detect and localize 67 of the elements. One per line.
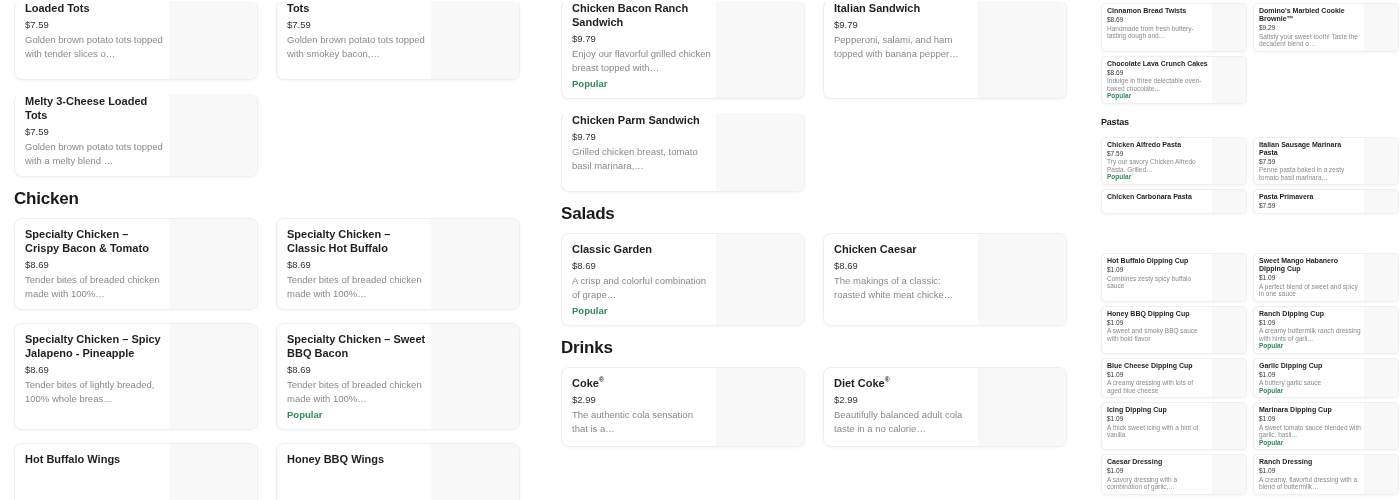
item-price: $8.69: [25, 363, 50, 376]
menu-item-card[interactable]: Loaded Tots $7.59 Golden brown potato tots topped with tender slices o…: [14, 0, 258, 80]
item-description: Tender bites of breaded chicken made with 100%…: [287, 378, 423, 406]
popular-label: Popular: [572, 77, 609, 90]
item-description: Golden brown potato tots topped with smokey bacon,…: [287, 33, 426, 61]
item-name: Chicken Bacon Ranch Sandwich: [572, 1, 690, 29]
menu-item-card[interactable]: Chicken Bacon Ranch Sandwich $9.79 Enjoy our flavorful grilled chicken breast topped with… Popular: [561, 0, 805, 99]
item-price: $8.69: [25, 258, 50, 271]
item-description: Beautifully balanced adult cola taste in a no calorie…: [834, 408, 964, 436]
item-name: Diet Coke$^{®}$: [834, 376, 891, 390]
item-name: Chicken Parm Sandwich: [572, 113, 701, 127]
item-description: Enjoy our flavorful grilled chicken breast topped with…: [572, 47, 711, 75]
item-price: $7.59: [287, 18, 312, 31]
item-description: Tender bites of breaded chicken made with 100%…: [25, 273, 161, 301]
menu-item-card[interactable]: Tots $7.59 Golden brown potato tots topped with smokey bacon,…: [276, 0, 520, 80]
item-name: Hot Buffalo Wings: [25, 452, 122, 466]
menu-item-card[interactable]: Diet Coke$^{®}$ $2.99 Beautifully balanced adult cola taste in a no calorie…: [823, 367, 1067, 447]
item-name: Tots: [287, 1, 311, 15]
item-price: $9.79: [572, 32, 597, 45]
menu-item-card[interactable]: Classic Garden $8.69 A crisp and colorful combination of grape… Popular: [561, 233, 805, 326]
item-price: $8.69: [287, 363, 312, 376]
item-name: Specialty Chicken – Classic Hot Buffalo: [287, 227, 392, 255]
item-description: Tender bites of lightly breaded, 100% whole breas…: [25, 378, 156, 406]
menu-item-card[interactable]: Chicken Caesar $8.69 The makings of a classic: roasted white meat chicke…: [823, 233, 1067, 326]
item-name: Honey BBQ Wings: [287, 452, 386, 466]
menu-item-card[interactable]: Specialty Chicken – Sweet BBQ Bacon $8.69 Tender bites of breaded chicken made with 100%… Popular: [276, 323, 520, 430]
item-name: Chicken Caesar: [834, 242, 918, 256]
item-price: $2.99: [834, 393, 859, 406]
section-heading: Pastas: [1101, 115, 1130, 129]
item-price: $2.99: [572, 393, 597, 406]
popular-label: Popular: [572, 304, 609, 317]
item-name: Specialty Chicken – Sweet BBQ Bacon: [287, 332, 426, 360]
item-description: The makings of a classic: roasted white meat chicke…: [834, 274, 955, 302]
item-name: Coke$^{®}$: [572, 376, 605, 390]
menu-item-card[interactable]: Specialty Chicken – Crispy Bacon & Tomato $8.69 Tender bites of breaded chicken made with 100%…: [14, 218, 258, 310]
popular-label: Popular: [287, 408, 324, 421]
item-name: Loaded Tots: [25, 1, 91, 15]
item-name: Italian Sandwich: [834, 1, 922, 15]
item-description: Golden brown potato tots topped with tender slices o…: [25, 33, 164, 61]
item-name: Specialty Chicken – Spicy Jalapeno - Pineapple: [25, 332, 162, 360]
item-description: The authentic cola sensation that is a…: [572, 408, 694, 436]
item-price: $7.59: [25, 125, 50, 138]
menu-item-card[interactable]: Chicken Parm Sandwich $9.79 Grilled chicken breast, tomato basil marinara,…: [561, 112, 805, 192]
menu-item-card[interactable]: Honey BBQ Wings: [276, 443, 520, 500]
item-description: Tender bites of breaded chicken made with 100%…: [287, 273, 423, 301]
item-description: Grilled chicken breast, tomato basil marinara,…: [572, 145, 699, 173]
menu-item-card[interactable]: Hot Buffalo Wings: [14, 443, 258, 500]
menu-item-card[interactable]: Italian Sandwich $9.79 Pepperoni, salami, and ham topped with banana pepper…: [823, 0, 1067, 99]
item-price: $9.79: [572, 130, 597, 143]
item-price: $8.69: [834, 259, 859, 272]
item-price: $9.79: [834, 18, 859, 31]
item-description: A crisp and colorful combination of grape…: [572, 274, 708, 302]
item-name: Melty 3-Cheese Loaded Tots: [25, 94, 149, 122]
menu-item-card[interactable]: Specialty Chicken – Classic Hot Buffalo $8.69 Tender bites of breaded chicken made with 100%…: [276, 218, 520, 310]
item-description: Pepperoni, salami, and ham topped with banana pepper…: [834, 33, 960, 61]
menu-item-card[interactable]: Melty 3-Cheese Loaded Tots $7.59 Golden brown potato tots topped with a melty blend …: [14, 93, 258, 177]
section-heading: Drinks: [561, 338, 614, 358]
section-heading: Salads: [561, 204, 616, 224]
item-price: $8.69: [572, 259, 597, 272]
item-name: Classic Garden: [572, 242, 654, 256]
menu-item-card[interactable]: Coke$^{®}$ $2.99 The authentic cola sensation that is a…: [561, 367, 805, 447]
item-price: $8.69: [287, 258, 312, 271]
menu-item-card[interactable]: Specialty Chicken – Spicy Jalapeno - Pineapple $8.69 Tender bites of lightly breaded, 100% whole breas…: [14, 323, 258, 430]
item-price: $7.59: [25, 18, 50, 31]
item-description: Golden brown potato tots topped with a melty blend …: [25, 140, 164, 168]
item-name: Specialty Chicken – Crispy Bacon & Tomato: [25, 227, 150, 255]
section-heading: Chicken: [14, 189, 80, 209]
